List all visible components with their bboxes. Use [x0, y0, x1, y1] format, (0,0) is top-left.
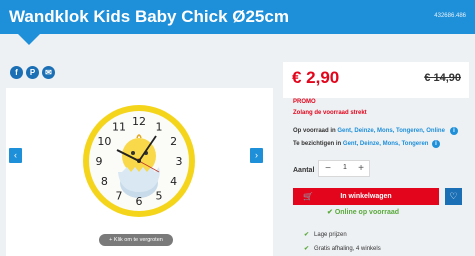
quantity-label: Aantal [293, 167, 315, 174]
stock-info-icon[interactable]: i [450, 127, 458, 135]
viewable-info-icon[interactable]: i [432, 140, 440, 148]
email-share-icon[interactable]: ✉ [42, 66, 55, 79]
product-title: Wandklok Kids Baby Chick Ø25cm [9, 7, 289, 26]
quantity-decrease-button[interactable]: − [321, 162, 335, 175]
viewable-line: Te bezichtigen in Gent, Deinze, Mons, To… [293, 141, 428, 147]
current-price: € 2,90 [292, 68, 340, 87]
pinterest-share-icon[interactable]: P [26, 66, 39, 79]
clock-number: 11 [112, 120, 126, 133]
add-to-cart-label: In winkelwagen [340, 193, 392, 200]
in-stock-stores[interactable]: Gent, Deinze, Mons, Tongeren, Online [337, 128, 445, 134]
heart-icon: ♡ [449, 191, 458, 201]
check-icon: ✔ [327, 209, 333, 216]
viewable-stores[interactable]: Gent, Deinze, Mons, Tongeren [343, 141, 429, 147]
quantity-stepper: − 1 + [318, 160, 370, 177]
clock-number: 10 [97, 135, 111, 148]
usp-item: ✔ Gratis afhaling, 4 winkels [304, 245, 381, 252]
online-stock-status: ✔ Online op voorraad [327, 208, 399, 216]
in-stock-line: Op voorraad in Gent, Deinze, Mons, Tonge… [293, 128, 445, 134]
clock-number: 8 [101, 175, 108, 188]
usp-label: Lage prijzen [314, 232, 347, 238]
zoom-hint-button[interactable]: + Klik om te vergroten [99, 234, 173, 246]
clock-number: 2 [170, 135, 177, 148]
usp-item: ✔ Lage prijzen [304, 231, 347, 238]
quantity-increase-button[interactable]: + [354, 162, 368, 175]
promo-note: Zolang de voorraad strekt [293, 110, 367, 116]
check-icon: ✔ [304, 232, 310, 238]
in-stock-prefix: Op voorraad in [293, 128, 336, 134]
quantity-value[interactable]: 1 [339, 164, 351, 171]
add-to-cart-button[interactable]: 🛒 In winkelwagen [293, 188, 439, 205]
product-header: Wandklok Kids Baby Chick Ø25cm 432686.48… [0, 0, 475, 45]
clock-number: 7 [116, 190, 123, 203]
usp-label: Gratis afhaling, 4 winkels [314, 246, 381, 252]
clock-number: 3 [176, 155, 183, 168]
facebook-share-icon[interactable]: f [10, 66, 23, 79]
product-image-gallery: ‹ › 12 1 2 3 4 5 6 7 8 9 10 11 + Klik om te vergrot… [6, 88, 273, 256]
clock-number: 1 [156, 120, 163, 133]
clock-number: 5 [156, 190, 163, 203]
old-price: € 14,90 [424, 72, 461, 84]
product-image[interactable]: 12 12 3 45678 9 1011 [6, 88, 273, 256]
clock-number: 12 [132, 115, 146, 128]
clock-number: 4 [170, 175, 177, 188]
online-stock-label: Online op voorraad [334, 209, 400, 216]
clock-number: 9 [96, 155, 103, 168]
viewable-prefix: Te bezichtigen in [293, 141, 342, 147]
promo-label: PROMO [293, 99, 316, 105]
price-box: € 2,90 € 14,90 [283, 62, 469, 98]
cart-icon: 🛒 [303, 192, 313, 201]
header-pointer [18, 34, 40, 45]
check-icon: ✔ [304, 246, 310, 252]
wishlist-button[interactable]: ♡ [445, 188, 462, 205]
product-sku: 432686.486 [434, 13, 466, 19]
clock-number: 6 [136, 195, 143, 208]
